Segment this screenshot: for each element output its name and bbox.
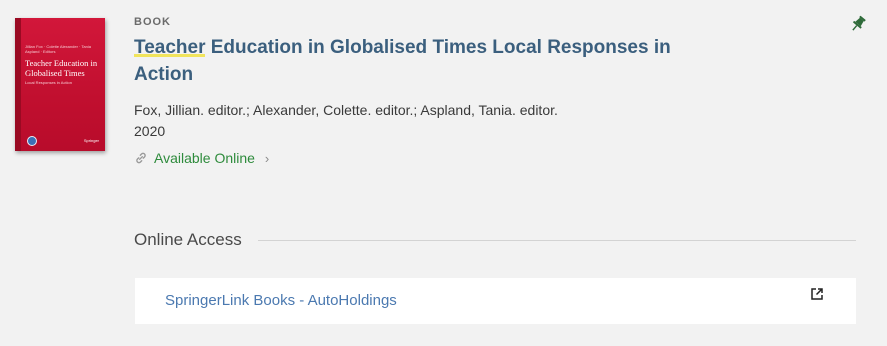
record-authors: Fox, Jillian. editor.; Alexander, Colett…: [134, 102, 558, 118]
cover-title: Teacher Education in Globalised Times: [25, 58, 98, 78]
globe-icon: [27, 136, 37, 146]
section-divider: [257, 239, 856, 241]
online-access-section-header: Online Access: [134, 230, 856, 250]
online-access-service-row[interactable]: SpringerLink Books - AutoHoldings: [135, 278, 856, 324]
record-year: 2020: [134, 123, 166, 139]
online-access-heading: Online Access: [134, 230, 242, 249]
cover-publisher: Springer: [83, 138, 99, 143]
pin-icon[interactable]: [848, 14, 868, 34]
resource-type-label: BOOK: [134, 16, 171, 28]
title-search-highlight: Teacher: [134, 37, 206, 58]
cover-authors: Jillian Fox · Colette Alexander · Tania …: [25, 44, 91, 54]
cover-subtitle: Local Responses in Action: [25, 80, 72, 85]
service-link[interactable]: SpringerLink Books - AutoHoldings: [165, 292, 397, 309]
link-icon: [136, 152, 146, 164]
external-link-icon[interactable]: [810, 287, 824, 301]
record-details: BOOK Teacher Education in Globalised Tim…: [134, 16, 734, 166]
title-text: Education in Globalised Times Local Resp…: [134, 37, 671, 85]
cover-spine-edge: [15, 18, 21, 151]
book-cover-thumbnail[interactable]: Jillian Fox · Colette Alexander · Tania …: [15, 18, 105, 151]
availability-status-link[interactable]: Available Online ›: [134, 150, 734, 166]
availability-label: Available Online: [154, 150, 255, 166]
chevron-right-icon: ›: [264, 150, 270, 166]
record-title[interactable]: Teacher Education in Globalised Times Lo…: [134, 34, 734, 88]
